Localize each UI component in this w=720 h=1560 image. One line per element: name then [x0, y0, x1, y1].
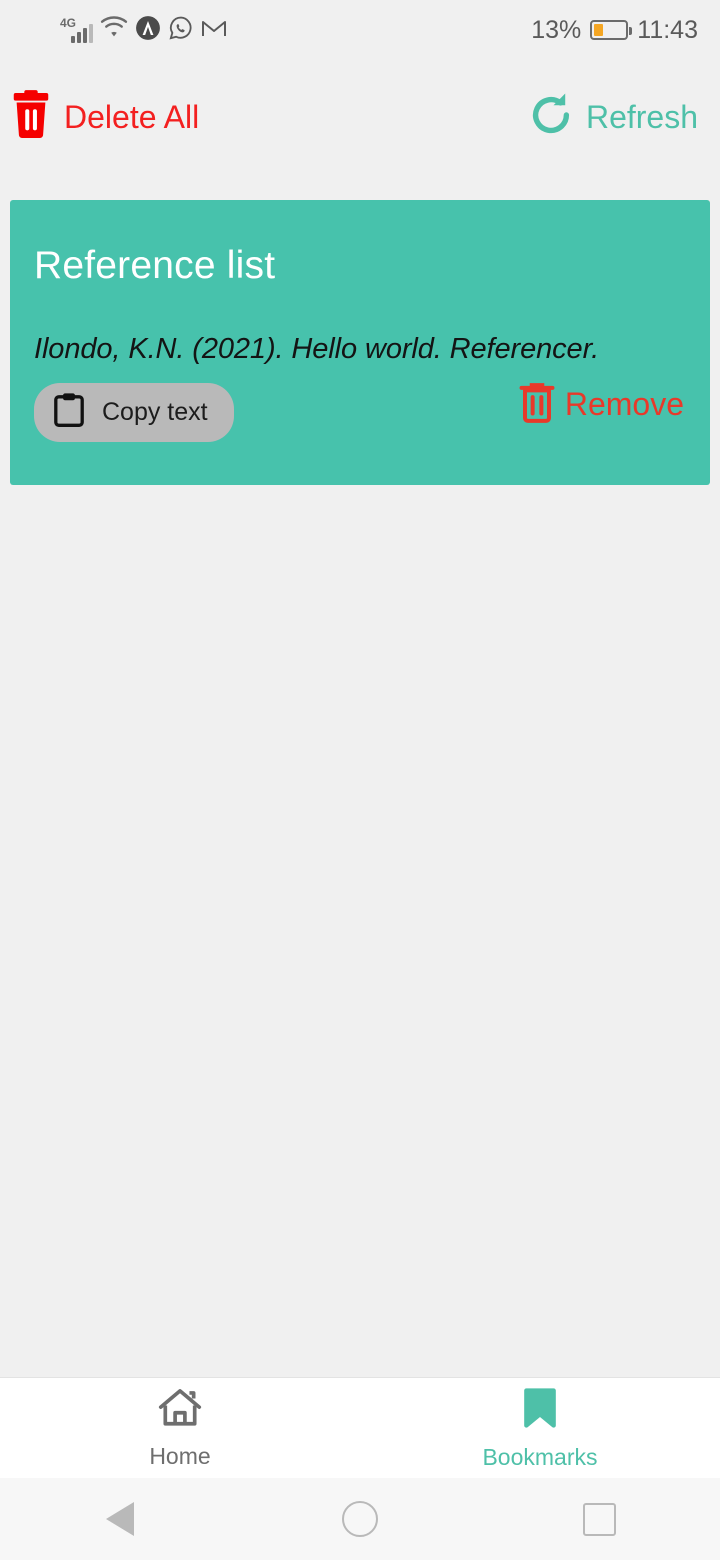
system-navigation-bar [0, 1478, 720, 1560]
reference-list-card: Reference list Ilondo, K.N. (2021). Hell… [10, 200, 710, 485]
copy-text-label: Copy text [102, 398, 208, 426]
system-back-button[interactable] [0, 1502, 240, 1536]
whatsapp-icon [168, 15, 194, 46]
refresh-icon [526, 90, 576, 145]
battery-percent-label: 13% [531, 15, 582, 44]
refresh-label: Refresh [585, 99, 698, 135]
clipboard-icon [52, 392, 86, 433]
reference-citation-text: Ilondo, K.N. (2021). Hello world. Refere… [34, 333, 600, 365]
delete-all-button[interactable]: Delete All [8, 89, 199, 146]
nav-item-bookmarks[interactable]: Bookmarks [360, 1378, 720, 1478]
wifi-icon [100, 15, 128, 45]
bottom-navigation-bar: Home Bookmarks [0, 1377, 720, 1478]
signal-bars-icon: 4G [60, 16, 93, 43]
status-bar-left: 4G [60, 15, 227, 46]
bookmark-icon [520, 1386, 560, 1435]
home-circle-icon [341, 1501, 378, 1537]
copy-text-button[interactable]: Copy text [34, 383, 234, 442]
trash-outline-icon [517, 380, 557, 429]
gmail-icon [201, 17, 227, 44]
delete-all-label: Delete All [64, 99, 200, 135]
system-home-button[interactable] [240, 1501, 480, 1537]
remove-label: Remove [564, 386, 684, 422]
system-recents-button[interactable] [480, 1502, 720, 1536]
circle-a-app-icon [135, 15, 161, 46]
recents-square-icon [583, 1502, 617, 1536]
nav-item-home[interactable]: Home [0, 1378, 360, 1478]
trash-filled-icon [8, 89, 54, 146]
home-icon [157, 1387, 203, 1434]
status-bar-right: 13% 11:43 [531, 16, 698, 45]
refresh-button[interactable]: Refresh [526, 90, 698, 145]
status-bar: 4G 13% 11:43 [0, 0, 720, 60]
clock-label: 11:43 [637, 15, 698, 44]
remove-reference-button[interactable]: Remove [517, 380, 684, 429]
toolbar: Delete All Refresh [0, 60, 720, 175]
nav-item-bookmarks-label: Bookmarks [482, 1443, 598, 1470]
network-type-label: 4G [60, 16, 77, 30]
card-title: Reference list [34, 244, 276, 287]
nav-item-home-label: Home [149, 1442, 211, 1469]
reference-actions: Copy text Remove [34, 380, 686, 445]
back-triangle-icon [105, 1502, 134, 1536]
battery-icon [590, 20, 633, 40]
